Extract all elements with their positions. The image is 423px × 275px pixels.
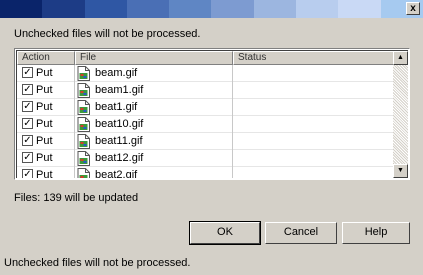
action-label: Put (36, 118, 53, 130)
status-cell (233, 150, 395, 167)
title-bar-segment (42, 0, 85, 18)
title-bar-segment (296, 0, 339, 18)
image-file-icon (77, 66, 90, 81)
grid-header: Action File Status (17, 51, 395, 65)
table-row[interactable]: ✓ Put beat1.gif (17, 99, 395, 116)
table-row[interactable]: ✓ Put beat2.gif (17, 167, 395, 178)
title-bar-segment (0, 0, 43, 18)
status-cell (233, 167, 395, 178)
files-summary: Files: 139 will be updated (14, 192, 139, 204)
action-label: Put (36, 169, 53, 178)
image-file-icon (77, 100, 90, 115)
file-name: beat2.gif (95, 169, 138, 178)
table-row[interactable]: ✓ Put beat11.gif (17, 133, 395, 150)
row-checkbox[interactable]: ✓ (22, 84, 33, 95)
row-checkbox[interactable]: ✓ (22, 152, 33, 163)
image-file-icon (77, 151, 90, 166)
column-header-file[interactable]: File (75, 51, 233, 65)
scroll-up-button[interactable]: ▲ (393, 51, 408, 65)
table-row[interactable]: ✓ Put beam1.gif (17, 82, 395, 99)
file-cell: beat12.gif (75, 150, 233, 167)
title-bar-segment (338, 0, 381, 18)
action-label: Put (36, 67, 53, 79)
cancel-button[interactable]: Cancel (265, 222, 337, 244)
action-cell: ✓ Put (17, 150, 75, 167)
column-header-status[interactable]: Status (233, 51, 395, 65)
file-cell: beat2.gif (75, 167, 233, 178)
file-cell: beam1.gif (75, 82, 233, 99)
row-checkbox[interactable]: ✓ (22, 169, 33, 178)
image-file-icon (77, 168, 90, 178)
file-name: beat11.gif (95, 135, 143, 147)
row-checkbox[interactable]: ✓ (22, 67, 33, 78)
file-name: beam.gif (95, 67, 138, 79)
file-name: beat1.gif (95, 101, 138, 113)
column-header-action[interactable]: Action (17, 51, 75, 65)
file-name: beat10.gif (95, 118, 144, 130)
action-cell: ✓ Put (17, 116, 75, 133)
image-file-icon (77, 134, 90, 149)
row-checkbox[interactable]: ✓ (22, 118, 33, 129)
row-checkbox[interactable]: ✓ (22, 135, 33, 146)
status-cell (233, 82, 395, 99)
action-label: Put (36, 84, 53, 96)
action-cell: ✓ Put (17, 167, 75, 178)
action-cell: ✓ Put (17, 99, 75, 116)
status-cell (233, 65, 395, 82)
action-label: Put (36, 135, 53, 147)
status-cell (233, 99, 395, 116)
title-bar-segment (211, 0, 254, 18)
file-cell: beat11.gif (75, 133, 233, 150)
title-bar-segment (126, 0, 170, 18)
status-cell (233, 133, 395, 150)
instruction-text: Unchecked files will not be processed. (14, 28, 201, 40)
title-bar-segment (169, 0, 212, 18)
vertical-scrollbar[interactable]: ▲ ▼ (393, 51, 408, 178)
table-row[interactable]: ✓ Put beat10.gif (17, 116, 395, 133)
help-button[interactable]: Help (342, 222, 410, 244)
image-file-icon (77, 117, 90, 132)
image-file-icon (77, 83, 90, 98)
close-button[interactable]: x (406, 2, 420, 15)
table-row[interactable]: ✓ Put beam.gif (17, 65, 395, 82)
status-cell (233, 116, 395, 133)
grid-rows: ✓ Put beam.gif ✓ Put beam1.gif ✓ Put beat1.gif ✓ P… (17, 65, 395, 178)
row-checkbox[interactable]: ✓ (22, 101, 33, 112)
status-bar-text: Unchecked files will not be processed. (4, 257, 191, 269)
file-cell: beat1.gif (75, 99, 233, 116)
action-cell: ✓ Put (17, 133, 75, 150)
action-cell: ✓ Put (17, 82, 75, 99)
action-cell: ✓ Put (17, 65, 75, 82)
action-label: Put (36, 152, 53, 164)
file-name: beat12.gif (95, 152, 144, 164)
title-bar (0, 0, 423, 18)
file-cell: beam.gif (75, 65, 233, 82)
title-bar-segment (84, 0, 127, 18)
file-cell: beat10.gif (75, 116, 233, 133)
scroll-down-button[interactable]: ▼ (393, 164, 408, 178)
table-row[interactable]: ✓ Put beat12.gif (17, 150, 395, 167)
file-name: beam1.gif (95, 84, 144, 96)
ok-button[interactable]: OK (189, 221, 261, 245)
files-grid: Action File Status ✓ Put beam.gif ✓ Put beam1… (14, 48, 410, 180)
title-bar-segment (253, 0, 297, 18)
action-label: Put (36, 101, 53, 113)
